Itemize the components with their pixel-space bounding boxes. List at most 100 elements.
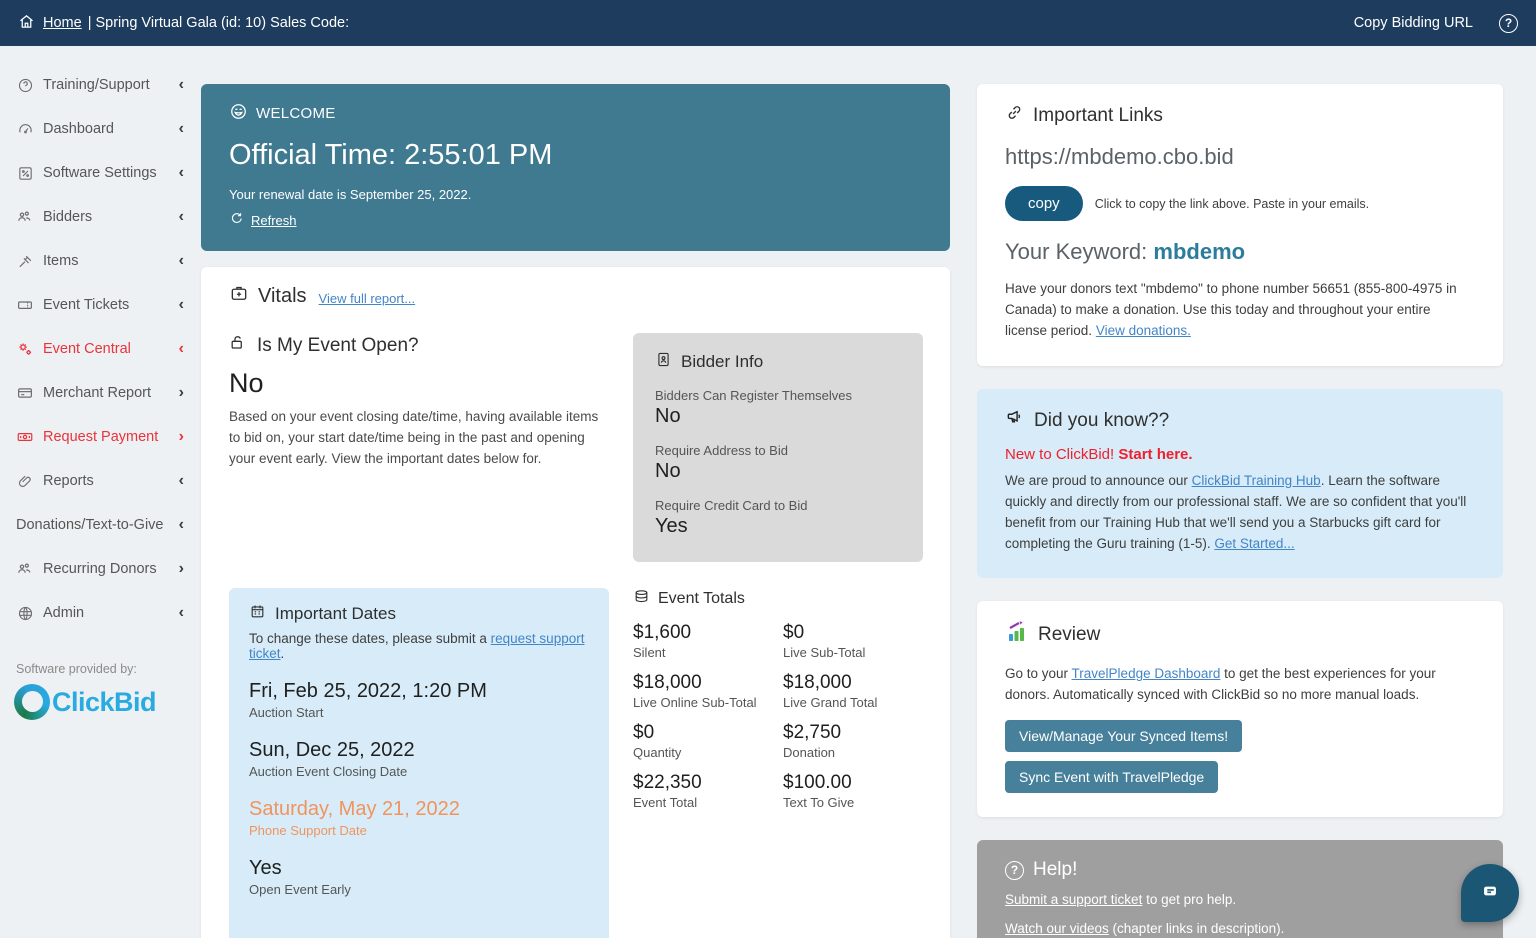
gavel-icon <box>16 252 34 270</box>
copy-button[interactable]: copy <box>1005 186 1083 221</box>
review-card: Review Go to your TravelPledge Dashboard… <box>977 601 1503 818</box>
copy-bidding-url-button[interactable]: Copy Bidding URL <box>1354 15 1473 31</box>
event-open-answer: No <box>229 368 264 398</box>
total-entry: $0 Quantity <box>633 722 773 760</box>
event-open-description: Based on your event closing date/time, h… <box>229 409 599 466</box>
link-icon <box>1005 103 1024 128</box>
sidebar-item-merchant-report[interactable]: Merchant Report › <box>0 374 200 412</box>
help-line-text: to get pro help. <box>1142 892 1237 908</box>
top-navbar: Home | Spring Virtual Gala (id: 10) Sale… <box>0 0 1536 46</box>
date-label: Phone Support Date <box>249 823 367 838</box>
total-label: Silent <box>633 645 666 660</box>
sidebar-item-bidders[interactable]: Bidders ‹ <box>0 198 200 236</box>
renewal-date-text: Your renewal date is September 25, 2022. <box>229 187 472 202</box>
event-totals-section: Event Totals $1,600 Silent $0 Live Sub-Tot… <box>633 588 923 938</box>
credit-card-icon <box>16 384 34 402</box>
new-to-clickbid-alert: New to ClickBid! Start here. <box>1005 446 1475 463</box>
chevron-left-icon: ‹ <box>178 516 184 533</box>
gears-icon <box>16 340 34 358</box>
help-icon[interactable]: ? <box>1499 13 1518 33</box>
sidebar-item-training-support[interactable]: Training/Support ‹ <box>0 66 200 104</box>
bidder-info-label: Require Address to Bid <box>655 443 788 458</box>
chevron-left-icon: ‹ <box>178 208 184 225</box>
date-value: Sun, Dec 25, 2022 <box>249 739 415 761</box>
clickbid-logo-text: ClickBid <box>52 686 157 717</box>
calendar-icon <box>249 603 266 625</box>
watch-videos-link[interactable]: Watch our videos <box>1005 921 1109 936</box>
sidebar-item-label: Merchant Report <box>43 385 151 401</box>
sidebar-item-request-payment[interactable]: Request Payment › <box>0 418 200 456</box>
date-value: Saturday, May 21, 2022 <box>249 798 460 820</box>
id-badge-icon <box>655 351 672 373</box>
review-title: Review <box>1038 624 1101 646</box>
view-donations-link[interactable]: View donations. <box>1096 323 1191 338</box>
vitals-title: Vitals <box>258 284 307 307</box>
get-started-link[interactable]: Get Started... <box>1214 536 1294 551</box>
vitals-card: Vitals View full report... Is My Event O… <box>201 267 950 938</box>
total-label: Event Total <box>633 795 698 810</box>
sidebar-item-label: Request Payment <box>43 429 159 445</box>
sidebar-item-label: Event Central <box>43 341 131 357</box>
refresh-icon <box>229 211 244 229</box>
important-dates-title: Important Dates <box>275 604 396 623</box>
total-label: Quantity <box>633 745 682 760</box>
question-circle-icon <box>16 76 34 94</box>
sidebar-item-donations-text-to-give[interactable]: Donations/Text-to-Give ‹ <box>0 506 200 544</box>
total-entry: $2,750 Donation <box>783 722 923 760</box>
date-value: Yes <box>249 857 282 879</box>
total-label: Live Online Sub-Total <box>633 695 757 710</box>
chevron-left-icon: ‹ <box>178 164 184 181</box>
sidebar-item-admin[interactable]: Admin ‹ <box>0 594 200 632</box>
lock-open-icon <box>229 333 248 358</box>
provided-by-label: Software provided by: <box>16 662 137 676</box>
total-label: Text To Give <box>783 795 855 810</box>
question-circle-icon: ? <box>1005 860 1024 880</box>
sidebar-item-software-settings[interactable]: Software Settings ‹ <box>0 154 200 192</box>
sidebar-item-recurring-donors[interactable]: Recurring Donors › <box>0 550 200 588</box>
bidder-info-panel: Bidder Info Bidders Can Register Themsel… <box>633 333 923 562</box>
sidebar-item-event-tickets[interactable]: Event Tickets ‹ <box>0 286 200 324</box>
keyword-description-text: Have your donors text "mbdemo" to phone … <box>1005 281 1457 338</box>
training-hub-link[interactable]: ClickBid Training Hub <box>1192 473 1321 488</box>
sync-event-travelpledge-button[interactable]: Sync Event with TravelPledge <box>1005 761 1219 794</box>
important-links-title: Important Links <box>1033 104 1163 126</box>
travelpledge-dashboard-link[interactable]: TravelPledge Dashboard <box>1072 666 1221 681</box>
view-full-report-link[interactable]: View full report... <box>319 291 416 306</box>
bidder-info-title: Bidder Info <box>681 352 764 371</box>
sidebar-item-label: Event Tickets <box>43 297 130 313</box>
sidebar-item-label: Training/Support <box>43 77 150 93</box>
submit-support-ticket-link[interactable]: Submit a support ticket <box>1005 892 1142 907</box>
medical-bag-icon <box>229 283 249 309</box>
total-value: $0 <box>633 722 655 743</box>
total-entry: $18,000 Live Online Sub-Total <box>633 672 773 710</box>
keyword-prefix: Your Keyword: <box>1005 239 1154 264</box>
bidding-url: https://mbdemo.cbo.bid <box>1005 144 1234 169</box>
did-you-know-card: Did you know?? New to ClickBid! Start he… <box>977 388 1503 579</box>
bidder-info-value: No <box>655 405 681 427</box>
sidebar-item-event-central[interactable]: Event Central ‹ <box>0 330 200 368</box>
sidebar-item-reports[interactable]: Reports ‹ <box>0 462 200 500</box>
chat-button[interactable] <box>1461 864 1519 922</box>
keyword-description: Have your donors text "mbdemo" to phone … <box>1005 279 1475 342</box>
chevron-left-icon: ‹ <box>178 296 184 313</box>
total-entry: $18,000 Live Grand Total <box>783 672 923 710</box>
gauge-icon <box>16 120 34 138</box>
help-line-text: (chapter links in description). <box>1108 920 1285 936</box>
total-entry: $0 Live Sub-Total <box>783 622 923 660</box>
date-block-highlighted: Saturday, May 21, 2022 Phone Support Date <box>249 798 589 838</box>
megaphone-icon <box>1005 408 1025 434</box>
sidebar-item-items[interactable]: Items ‹ <box>0 242 200 280</box>
sidebar-item-label: Admin <box>43 605 85 621</box>
important-dates-intro: To change these dates, please submit a r… <box>249 631 589 661</box>
sidebar-item-label: Software Settings <box>43 165 157 181</box>
view-manage-synced-items-button[interactable]: View/Manage Your Synced Items! <box>1005 720 1243 753</box>
copy-hint-text: Click to copy the link above. Paste in y… <box>1094 196 1370 211</box>
users-icon <box>16 208 34 226</box>
refresh-link[interactable]: Refresh <box>251 213 297 228</box>
globe-icon <box>16 604 34 622</box>
home-icon <box>18 13 35 34</box>
sidebar-item-dashboard[interactable]: Dashboard ‹ <box>0 110 200 148</box>
body-text-part: We are proud to announce our <box>1005 472 1192 488</box>
home-link[interactable]: Home <box>43 15 82 31</box>
help-line: Submit a support ticket to get pro help. <box>1005 890 1475 910</box>
